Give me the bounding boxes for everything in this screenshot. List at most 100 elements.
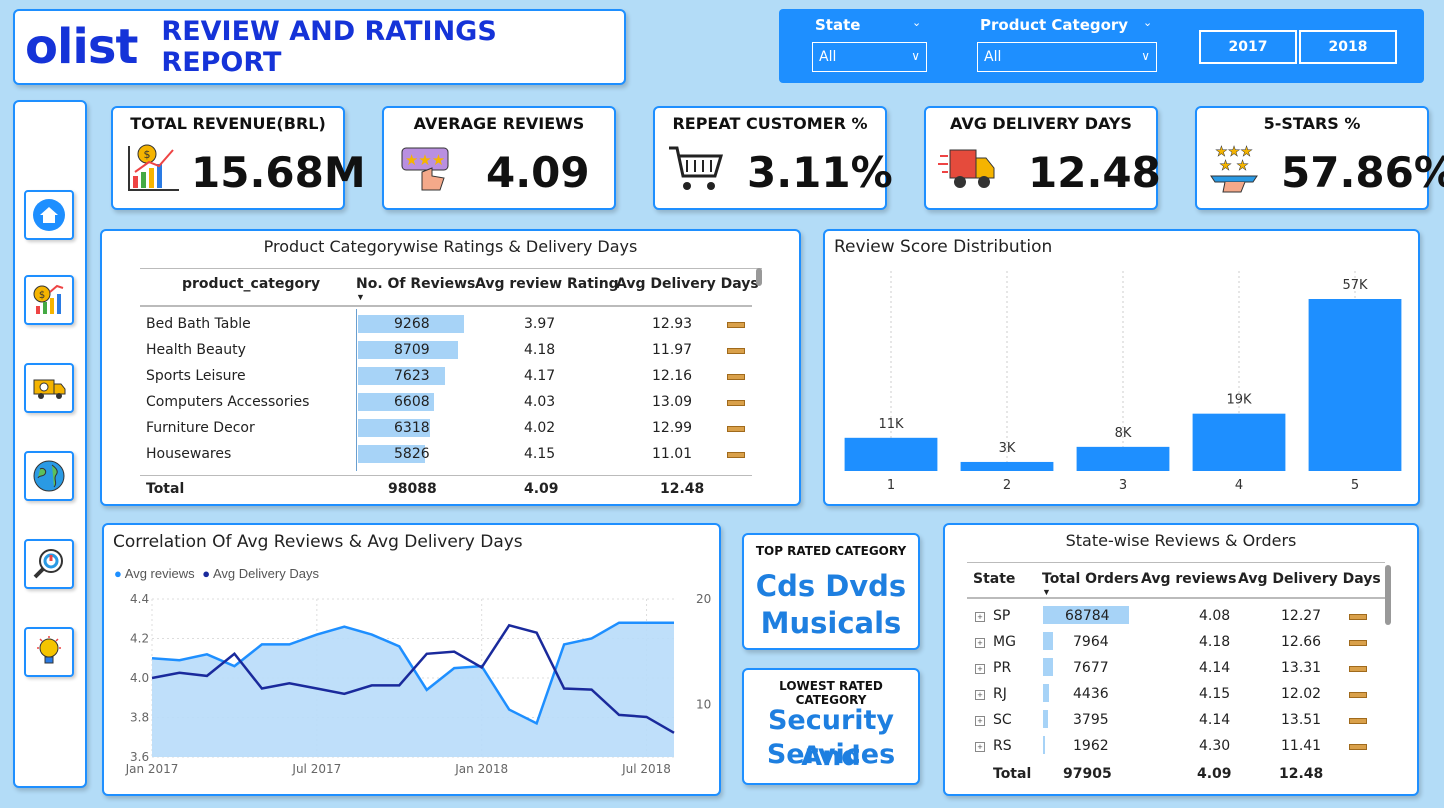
column-header-delivery[interactable]: Avg Delivery Days: [616, 276, 759, 292]
cell-avg-delivery: 13.51: [1281, 712, 1322, 728]
revenue-chart-icon: $: [128, 144, 179, 191]
kpi-label: AVERAGE REVIEWS: [413, 114, 585, 133]
table-row[interactable]: + PR 7677 4.14 13.31: [945, 657, 1415, 681]
kpi-label: 5-STARS %: [1263, 114, 1361, 133]
cell-delivery: 13.09: [652, 394, 693, 410]
divider: [967, 597, 1385, 599]
cell-state: MG: [993, 634, 1016, 650]
nav-home[interactable]: [24, 190, 74, 240]
table-row[interactable]: Sports Leisure 7623 4.17 12.16: [102, 365, 802, 389]
bar-score-4[interactable]: [1192, 413, 1286, 471]
table-row[interactable]: + SC 3795 4.14 13.51: [945, 709, 1415, 733]
bar-score-1[interactable]: [844, 437, 938, 471]
column-header-rating[interactable]: Avg review Rating: [475, 276, 619, 292]
sort-desc-icon: ▼: [356, 292, 365, 302]
year-2017-button[interactable]: 2017: [1199, 30, 1297, 64]
cell-reviews: 6318: [394, 420, 430, 436]
delivery-truck-icon: [938, 149, 995, 188]
scrollbar-thumb[interactable]: [756, 268, 762, 286]
divider: [356, 309, 357, 471]
expand-icon[interactable]: +: [975, 612, 985, 622]
table-row[interactable]: Housewares 5826 4.15 11.01: [102, 443, 802, 467]
nav-analysis[interactable]: [24, 539, 74, 589]
nav-geography[interactable]: [24, 451, 74, 501]
cell-avg-reviews: 4.08: [1199, 608, 1231, 624]
nav-revenue[interactable]: $: [24, 275, 74, 325]
svg-text:★★★: ★★★: [405, 151, 445, 169]
y2-tick-label: 10: [696, 697, 711, 711]
expand-icon[interactable]: +: [975, 742, 985, 752]
table-row[interactable]: + SP 68784 4.08 12.27: [945, 605, 1415, 629]
review-score-chart: Review Score Distribution 11K 1 3K 2 8K 3 19K 4…: [823, 229, 1420, 506]
column-header-category[interactable]: product_category: [182, 276, 320, 292]
cell-rating: 4.17: [524, 368, 556, 384]
year-2018-button[interactable]: 2018: [1299, 30, 1397, 64]
cell-delivery: 11.97: [652, 342, 693, 358]
expand-icon[interactable]: +: [975, 638, 985, 648]
x-tick-label: Jul 2017: [291, 762, 341, 776]
nav-delivery[interactable]: [24, 363, 74, 413]
bar-score-3[interactable]: [1076, 446, 1170, 471]
table-body: Bed Bath Table 9268 3.97 12.93 Health Beauty…: [102, 309, 802, 471]
cell-reviews: 6608: [394, 394, 430, 410]
delivery-indicator-icon: [727, 322, 745, 328]
expand-icon[interactable]: +: [975, 716, 985, 726]
delivery-indicator-icon: [1349, 744, 1367, 750]
cell-state: PR: [993, 660, 1012, 676]
table-row[interactable]: Computers Accessories 6608 4.03 13.09: [102, 391, 802, 415]
five-stars-tray-icon: ★★★ ★ ★: [1210, 144, 1258, 193]
bar-score-2[interactable]: [960, 461, 1054, 471]
data-label: 57K: [1342, 278, 1368, 293]
svg-text:★ ★: ★ ★: [1219, 158, 1249, 174]
cell-avg-reviews: 4.15: [1199, 686, 1231, 702]
table-body: + SP 68784 4.08 12.27 + MG 7964 4.18 12.66 + PR 7677…: [945, 601, 1415, 761]
column-header-avg-reviews[interactable]: Avg reviews: [1141, 571, 1236, 587]
total-reviews: 4.09: [1197, 766, 1232, 782]
bar-score-5[interactable]: [1308, 299, 1402, 471]
delivery-indicator-icon: [1349, 718, 1367, 724]
chevron-down-icon[interactable]: ⌄: [912, 16, 921, 29]
table-row[interactable]: Bed Bath Table 9268 3.97 12.93: [102, 313, 802, 337]
delivery-truck-icon: [33, 379, 66, 399]
page-title: REVIEW AND RATINGS REPORT: [161, 16, 497, 78]
column-header-state[interactable]: State: [973, 571, 1015, 587]
chevron-down-icon[interactable]: ⌄: [1143, 16, 1152, 29]
column-header-avg-delivery[interactable]: Avg Delivery Days: [1238, 571, 1381, 587]
data-label: 3K: [999, 441, 1016, 456]
cell-orders: 7677: [1073, 660, 1109, 676]
table-row[interactable]: + RS 1962 4.30 11.41: [945, 735, 1415, 759]
table-row[interactable]: Health Beauty 8709 4.18 11.97: [102, 339, 802, 363]
delivery-indicator-icon: [727, 348, 745, 354]
table-title: Product Categorywise Ratings & Delivery …: [263, 237, 638, 256]
y2-tick-label: 20: [696, 592, 711, 606]
column-header-orders[interactable]: Total Orders: [1042, 571, 1139, 587]
data-label: 8K: [1115, 426, 1132, 441]
divider: [140, 475, 752, 476]
sidebar-nav: $: [13, 100, 87, 788]
x-tick-label: 3: [1119, 478, 1127, 493]
expand-icon[interactable]: +: [975, 664, 985, 674]
state-dropdown[interactable]: All ∨: [812, 42, 927, 72]
delivery-indicator-icon: [727, 452, 745, 458]
category-filter-label: Product Category: [980, 16, 1129, 34]
expand-icon[interactable]: +: [975, 690, 985, 700]
cell-avg-reviews: 4.14: [1199, 712, 1231, 728]
cell-category: Health Beauty: [146, 342, 246, 358]
table-row[interactable]: + MG 7964 4.18 12.66: [945, 631, 1415, 655]
table-title: State-wise Reviews & Orders: [1065, 531, 1297, 550]
delivery-indicator-icon: [1349, 692, 1367, 698]
kpi-value: 15.68M: [191, 148, 366, 197]
category-dropdown[interactable]: All ∨: [977, 42, 1157, 72]
cell-orders: 68784: [1065, 608, 1110, 624]
kpi-total-revenue: TOTAL REVENUE(BRL) $ 15.68M: [111, 106, 366, 210]
cell-rating: 4.18: [524, 342, 556, 358]
table-row[interactable]: + RJ 4436 4.15 12.02: [945, 683, 1415, 707]
nav-insights[interactable]: [24, 627, 74, 677]
cell-delivery: 12.93: [652, 316, 693, 332]
lowest-rated-card: LOWEST RATED CATEGORY Security And Servi…: [742, 668, 920, 785]
cell-avg-reviews: 4.14: [1199, 660, 1231, 676]
table-row[interactable]: Furniture Decor 6318 4.02 12.99: [102, 417, 802, 441]
column-header-reviews[interactable]: No. Of Reviews: [356, 276, 475, 292]
cell-state: SC: [993, 712, 1012, 728]
table-row[interactable]: Watches Gifts55704.0712.73: [102, 469, 802, 471]
